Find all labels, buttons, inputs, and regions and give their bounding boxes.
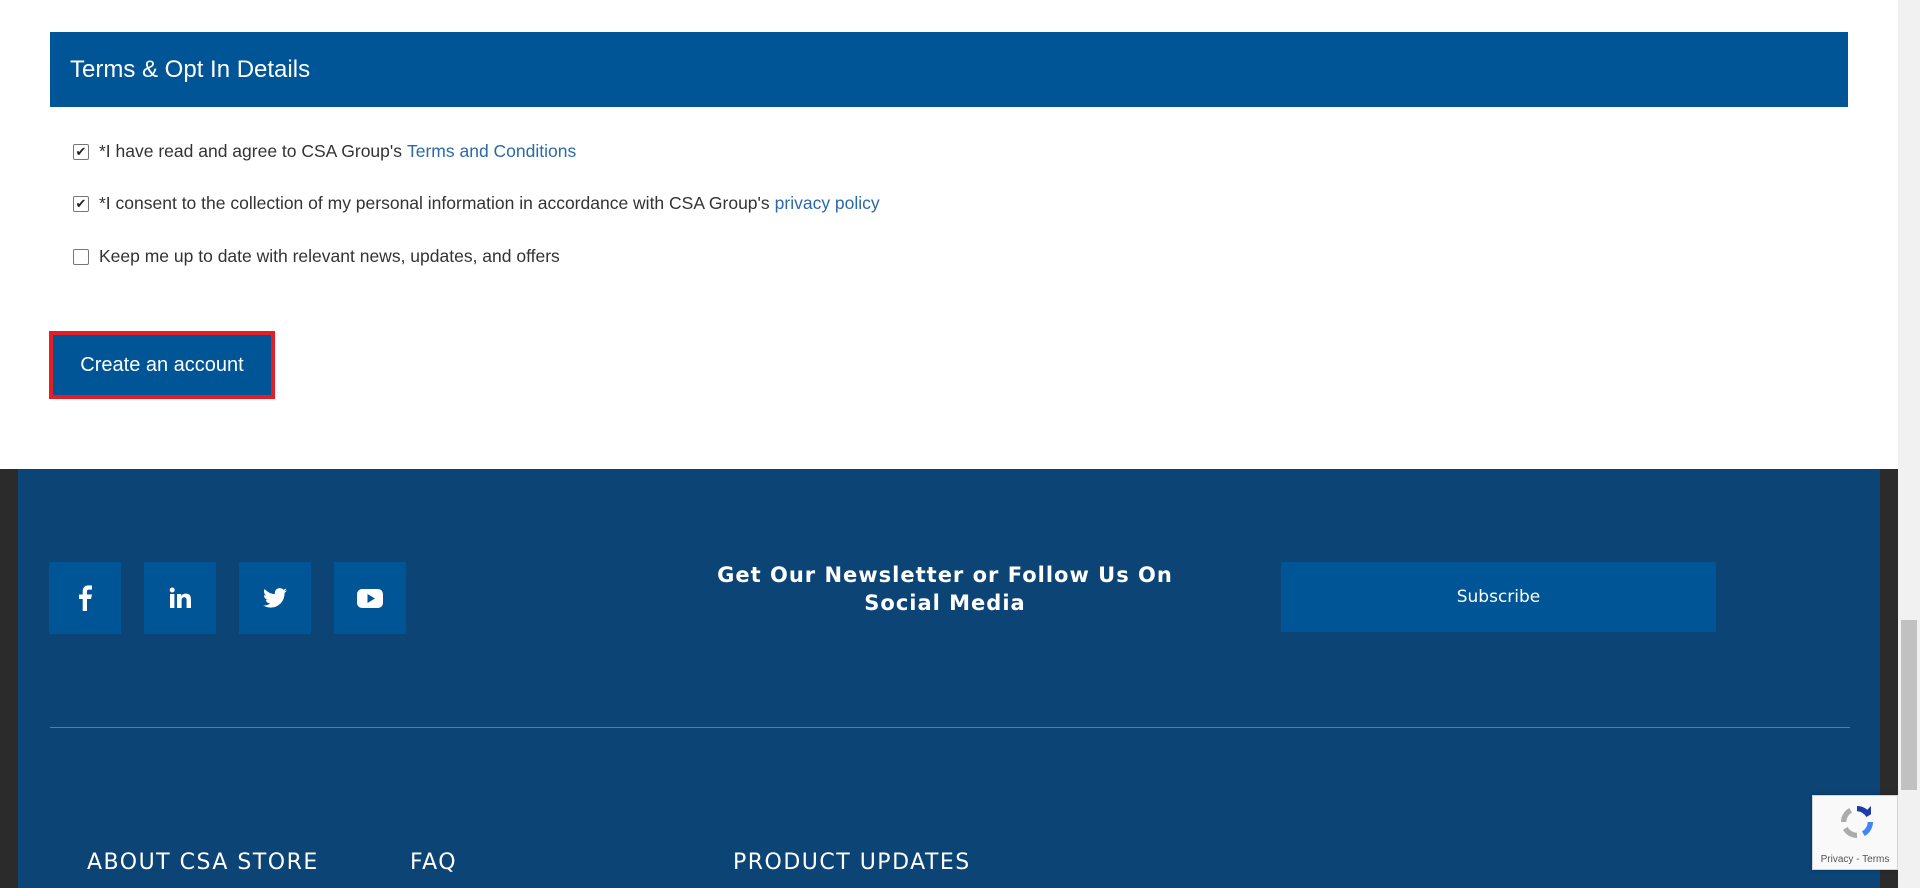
create-account-highlight: Create an account xyxy=(49,331,275,399)
facebook-icon xyxy=(79,585,92,611)
terms-agreement-row: ✔ *I have read and agree to CSA Group's … xyxy=(73,141,576,162)
newsletter-optin-label: Keep me up to date with relevant news, u… xyxy=(99,246,560,266)
facebook-button[interactable] xyxy=(49,562,121,634)
footer-divider xyxy=(50,727,1850,728)
youtube-icon xyxy=(357,588,383,608)
privacy-consent-label: *I consent to the collection of my perso… xyxy=(99,193,770,213)
subscribe-button[interactable]: Subscribe xyxy=(1281,562,1716,632)
recaptcha-badge[interactable]: Privacy - Terms xyxy=(1812,795,1898,870)
page: Terms & Opt In Details ✔ *I have read an… xyxy=(0,0,1898,888)
footer-link-faq[interactable]: FAQ xyxy=(410,850,457,875)
linkedin-button[interactable] xyxy=(144,562,216,634)
terms-conditions-link[interactable]: Terms and Conditions xyxy=(407,141,576,162)
twitter-button[interactable] xyxy=(239,562,311,634)
terms-agreement-label: *I have read and agree to CSA Group's xyxy=(99,141,402,161)
privacy-policy-link[interactable]: privacy policy xyxy=(775,193,880,214)
scrollbar-thumb[interactable] xyxy=(1901,620,1917,790)
recaptcha-privacy-terms[interactable]: Privacy - Terms xyxy=(1813,854,1897,865)
terms-section-title: Terms & Opt In Details xyxy=(70,55,311,83)
footer-left-gutter xyxy=(0,469,18,888)
youtube-button[interactable] xyxy=(334,562,406,634)
footer-link-about[interactable]: ABOUT CSA STORE xyxy=(87,850,319,875)
footer xyxy=(18,469,1880,888)
terms-section-header: Terms & Opt In Details xyxy=(50,32,1848,107)
create-account-button[interactable]: Create an account xyxy=(53,335,271,395)
newsletter-optin-checkbox[interactable] xyxy=(73,248,89,265)
newsletter-title: Get Our Newsletter or Follow Us On Socia… xyxy=(717,563,1173,615)
recaptcha-icon xyxy=(1841,806,1873,838)
privacy-consent-checkbox[interactable]: ✔ xyxy=(73,195,89,212)
terms-checkbox[interactable]: ✔ xyxy=(73,143,89,160)
footer-link-product-updates[interactable]: PRODUCT UPDATES xyxy=(733,850,971,875)
privacy-consent-row: ✔ *I consent to the collection of my per… xyxy=(73,193,880,214)
twitter-icon xyxy=(263,588,287,608)
newsletter-optin-row: Keep me up to date with relevant news, u… xyxy=(73,246,560,267)
linkedin-icon xyxy=(169,587,191,608)
